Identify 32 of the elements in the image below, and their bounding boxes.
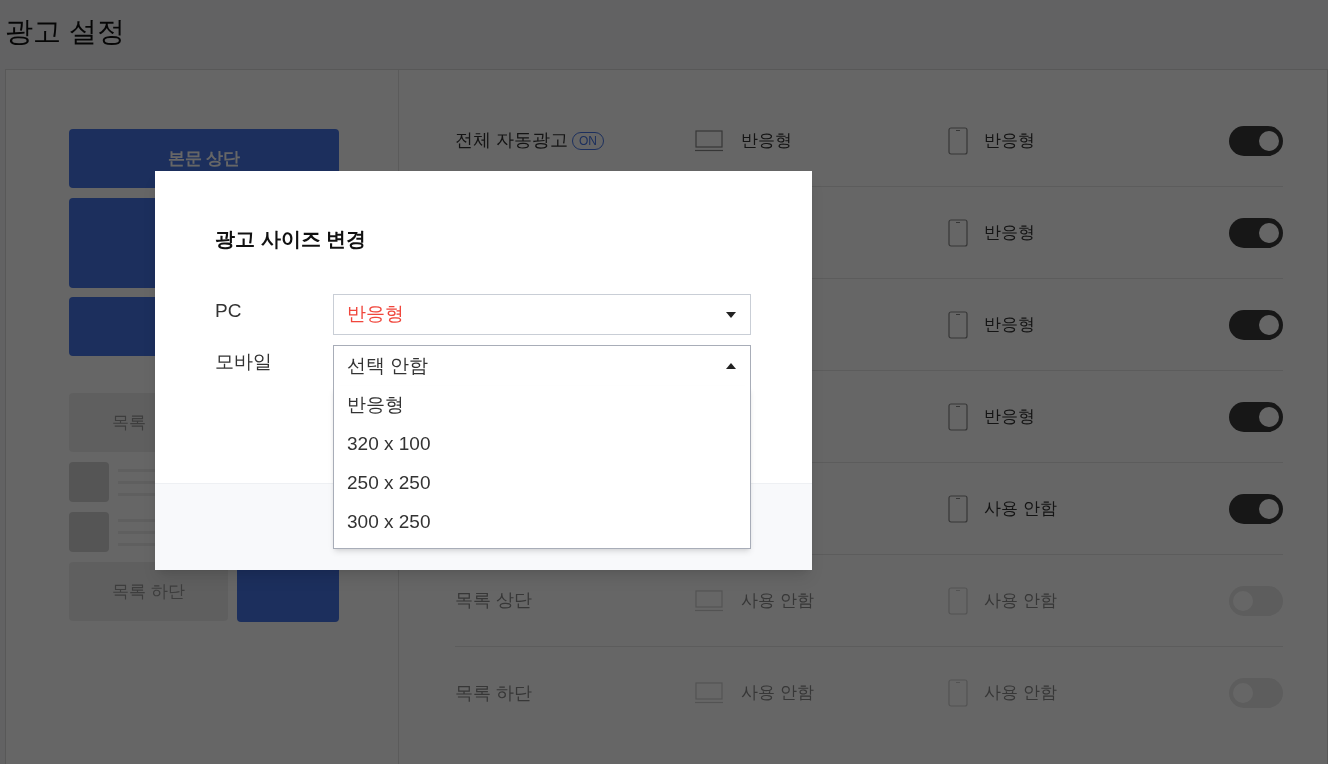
caret-icon (726, 363, 736, 369)
phone-icon (948, 310, 968, 339)
mobile-size: 반응형 (984, 221, 1035, 244)
dropdown-option[interactable]: 반응형 (334, 386, 750, 425)
row-label: 전체 자동광고 (455, 129, 568, 152)
dropdown-option[interactable]: 250 x 250 (334, 464, 750, 503)
mobile-size: 반응형 (984, 405, 1035, 428)
field-label: PC (215, 299, 243, 323)
phone-icon (948, 126, 968, 155)
monitor-icon (695, 129, 723, 152)
toggle-switch[interactable] (1229, 309, 1283, 340)
dropdown-option[interactable]: 320 x 100 (334, 425, 750, 464)
mobile-size: 반응형 (984, 313, 1035, 336)
mobile-size: 사용 안함 (984, 497, 1057, 520)
select-field[interactable]: 반응형 (333, 294, 751, 335)
select-value: 반응형 (347, 302, 404, 327)
dropdown-option[interactable]: 300 x 250 (334, 503, 750, 542)
toggle-switch[interactable] (1229, 217, 1283, 248)
phone-icon (948, 218, 968, 247)
field-label: 모바일 (215, 350, 273, 374)
mobile-size: 반응형 (984, 129, 1035, 152)
phone-icon (948, 494, 968, 523)
toggle-switch[interactable] (1229, 401, 1283, 432)
page-title: 광고 설정 (5, 15, 125, 49)
modal-title: 광고 사이즈 변경 (215, 227, 368, 252)
select-field[interactable]: 선택 안함 (333, 345, 751, 386)
caret-icon (726, 311, 736, 318)
phone-icon (948, 402, 968, 431)
toggle-switch[interactable] (1229, 493, 1283, 524)
toggle-switch[interactable] (1229, 125, 1283, 156)
pc-size: 반응형 (741, 129, 792, 152)
select-value: 선택 안함 (347, 353, 429, 378)
